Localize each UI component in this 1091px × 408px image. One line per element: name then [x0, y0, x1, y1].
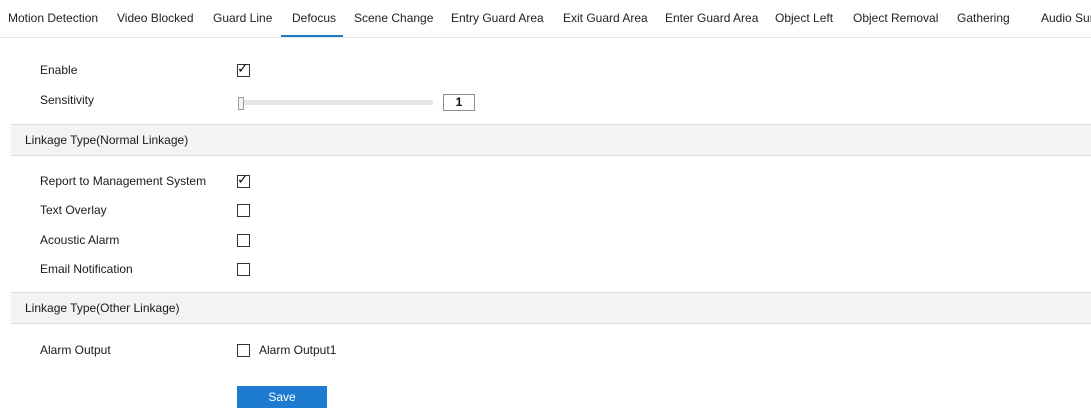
checkmark-icon: ✓ [237, 61, 249, 77]
email-notification-checkbox[interactable]: ✓ [237, 263, 250, 276]
other-linkage-title: Linkage Type(Other Linkage) [25, 301, 180, 315]
tab-guard-line[interactable]: Guard Line [213, 0, 272, 37]
tab-object-removal[interactable]: Object Removal [853, 0, 938, 37]
other-linkage-header: Linkage Type(Other Linkage) [11, 292, 1091, 324]
sensitivity-value-input[interactable]: 1 [443, 94, 475, 111]
active-tab-indicator [281, 35, 343, 37]
enable-checkbox[interactable]: ✓ [237, 61, 250, 77]
tab-object-left[interactable]: Object Left [775, 0, 833, 37]
tab-defocus[interactable]: Defocus [292, 0, 336, 37]
report-to-management-label: Report to Management System [40, 174, 207, 188]
text-overlay-label: Text Overlay [40, 203, 107, 217]
report-to-management-checkbox[interactable]: ✓ [237, 172, 250, 188]
text-overlay-checkbox[interactable]: ✓ [237, 204, 250, 217]
enable-label: Enable [40, 63, 78, 77]
acoustic-alarm-label: Acoustic Alarm [40, 233, 120, 247]
email-notification-label: Email Notification [40, 262, 133, 276]
tab-audio-surge[interactable]: Audio Surge [1041, 0, 1091, 37]
tab-entry-guard-area[interactable]: Entry Guard Area [451, 0, 544, 37]
tab-enter-guard-area[interactable]: Enter Guard Area [665, 0, 758, 37]
sensitivity-slider-handle[interactable] [238, 97, 244, 110]
tab-motion-detection[interactable]: Motion Detection [8, 0, 98, 37]
sensitivity-slider-track[interactable] [238, 100, 433, 105]
sensitivity-label: Sensitivity [40, 93, 95, 107]
tab-video-blocked[interactable]: Video Blocked [117, 0, 194, 37]
checkmark-icon: ✓ [237, 172, 249, 188]
alarm-output1-checkbox[interactable]: ✓ [237, 344, 250, 357]
tab-gathering[interactable]: Gathering [957, 0, 1010, 37]
normal-linkage-header: Linkage Type(Normal Linkage) [11, 124, 1091, 156]
tab-exit-guard-area[interactable]: Exit Guard Area [563, 0, 648, 37]
alarm-type-tabbar: Motion Detection Video Blocked Guard Lin… [0, 0, 1091, 38]
tab-scene-change[interactable]: Scene Change [354, 0, 433, 37]
alarm-output1-label[interactable]: Alarm Output1 [259, 343, 336, 357]
normal-linkage-title: Linkage Type(Normal Linkage) [25, 133, 189, 147]
alarm-output-label: Alarm Output [40, 343, 111, 357]
acoustic-alarm-checkbox[interactable]: ✓ [237, 234, 250, 247]
